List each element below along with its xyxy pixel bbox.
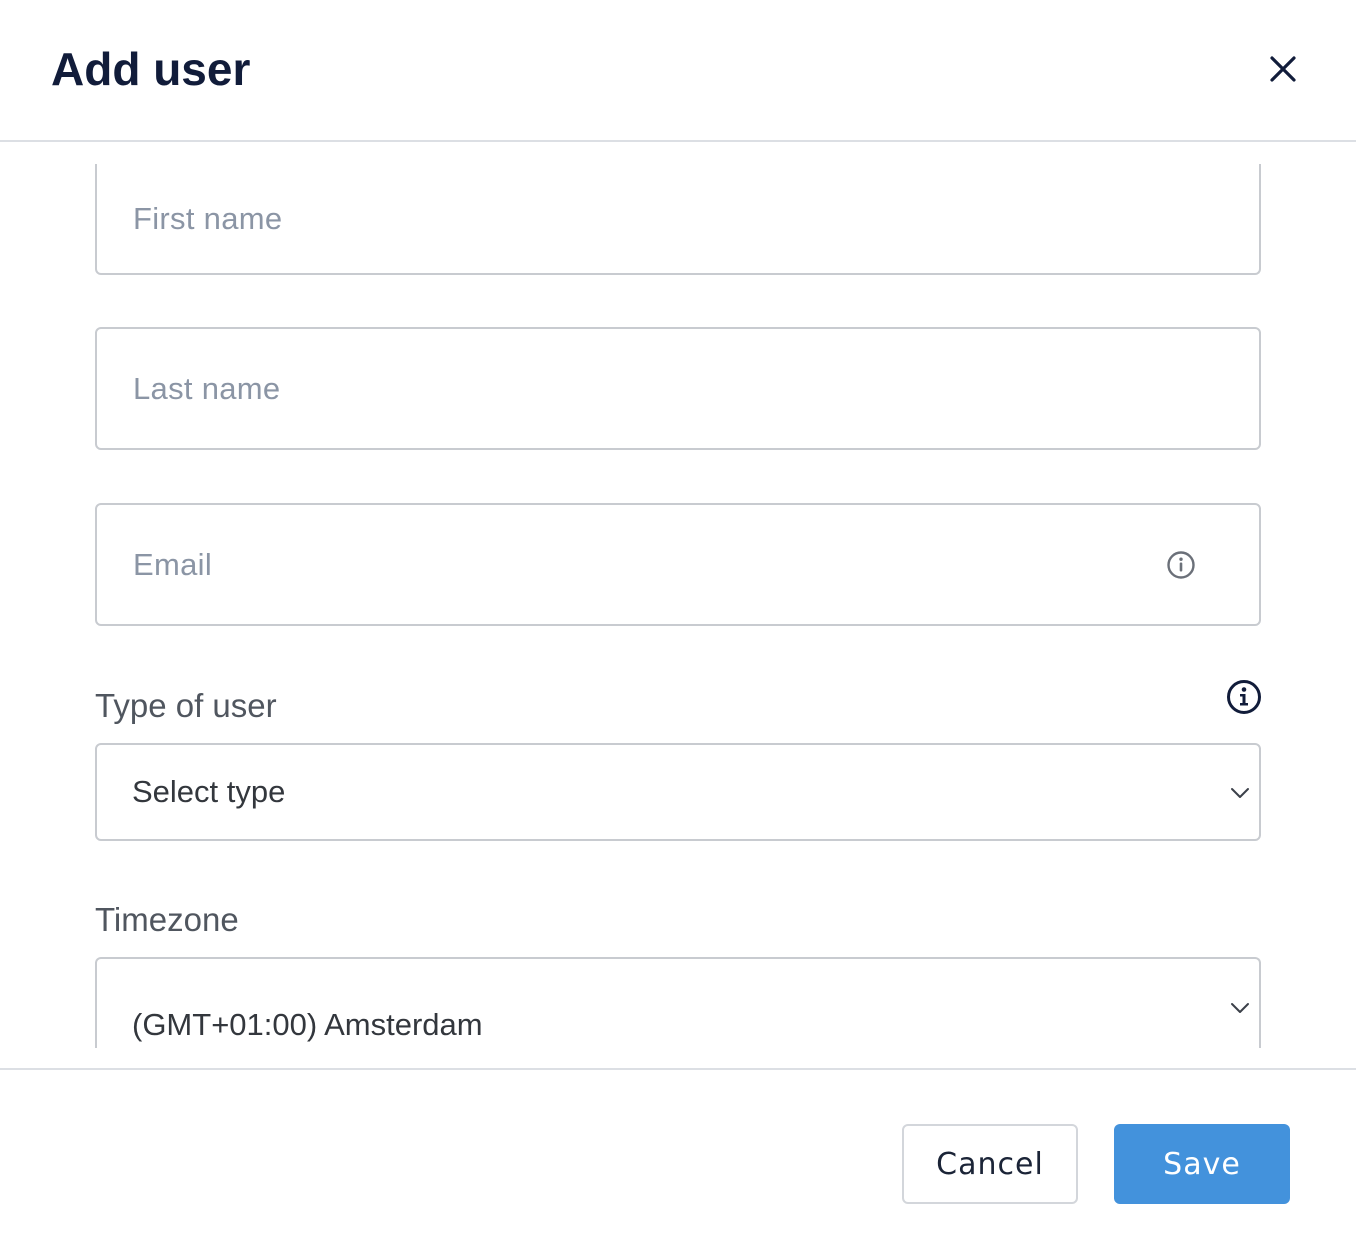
chevron-down-icon — [1231, 788, 1249, 798]
close-icon — [1270, 56, 1296, 82]
timezone-select[interactable]: (GMT+01:00) Amsterdam — [95, 957, 1261, 1048]
type-of-user-select[interactable]: Select type — [95, 743, 1261, 841]
add-user-dialog: Add user First name Last name Email Type… — [0, 0, 1356, 1248]
timezone-value: (GMT+01:00) Amsterdam — [132, 1007, 483, 1042]
first-name-placeholder: First name — [133, 200, 283, 236]
type-of-user-label: Type of user — [95, 687, 277, 724]
dialog-title: Add user — [51, 43, 251, 95]
chevron-down-icon — [1231, 1003, 1249, 1013]
last-name-placeholder: Last name — [133, 370, 281, 406]
dialog-body[interactable]: First name Last name Email Type of user … — [0, 142, 1356, 1048]
first-name-field[interactable]: First name — [95, 164, 1261, 275]
cancel-button[interactable]: Cancel — [902, 1124, 1078, 1204]
close-button[interactable] — [1260, 46, 1306, 92]
last-name-field[interactable]: Last name — [95, 327, 1261, 450]
email-field[interactable]: Email — [95, 503, 1261, 626]
type-of-user-value: Select type — [132, 774, 286, 809]
dialog-footer: Cancel Save — [0, 1068, 1356, 1248]
save-button[interactable]: Save — [1114, 1124, 1290, 1204]
info-outline-icon[interactable] — [1166, 550, 1196, 580]
timezone-label: Timezone — [95, 901, 239, 938]
info-circle-icon[interactable] — [1226, 679, 1262, 715]
email-placeholder: Email — [133, 546, 213, 582]
dialog-header: Add user — [0, 0, 1356, 142]
